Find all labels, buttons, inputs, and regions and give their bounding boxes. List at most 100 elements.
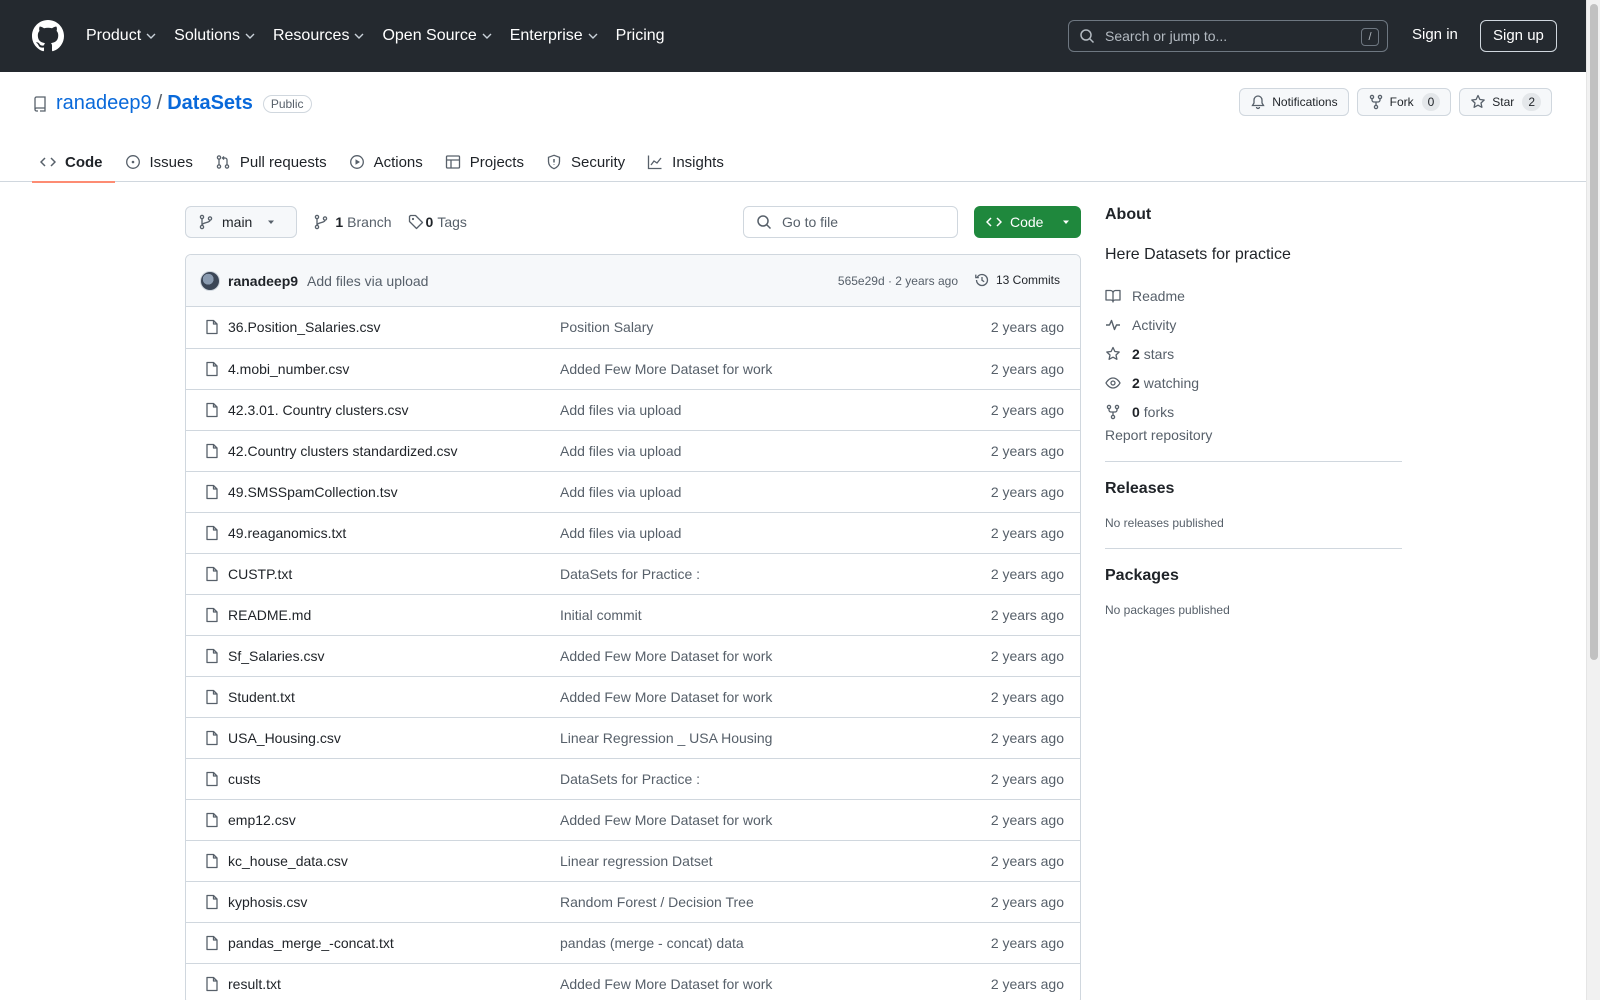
sign-up-button[interactable]: Sign up bbox=[1480, 20, 1557, 52]
tab-actions[interactable]: Actions bbox=[341, 142, 435, 182]
branches-link[interactable]: 1 Branch bbox=[313, 214, 392, 230]
tab-security[interactable]: Security bbox=[538, 142, 637, 182]
table-row[interactable]: CUSTP.txt DataSets for Practice : 2 years … bbox=[186, 553, 1080, 594]
file-commit-message-link[interactable]: Added Few More Dataset for work bbox=[560, 648, 772, 664]
file-commit-message-link[interactable]: Initial commit bbox=[560, 607, 642, 623]
star-button[interactable]: Star 2 bbox=[1459, 88, 1552, 116]
fork-button[interactable]: Fork 0 bbox=[1356, 88, 1452, 116]
github-logo-icon[interactable] bbox=[32, 20, 64, 52]
nav-resources[interactable]: Resources bbox=[273, 27, 364, 45]
file-name-link[interactable]: 42.3.01. Country clusters.csv bbox=[228, 402, 409, 418]
table-row[interactable]: 42.3.01. Country clusters.csv Add files v… bbox=[186, 389, 1080, 430]
file-name-link[interactable]: 42.Country clusters standardized.csv bbox=[228, 443, 458, 459]
file-commit-message-link[interactable]: Add files via upload bbox=[560, 402, 681, 418]
tab-pull-requests[interactable]: Pull requests bbox=[207, 142, 339, 182]
nav-label: Resources bbox=[272, 27, 350, 44]
watching-link[interactable]: 2 watching bbox=[1105, 368, 1402, 397]
file-commit-message-link[interactable]: Added Few More Dataset for work bbox=[560, 812, 772, 828]
sign-in-link[interactable]: Sign in bbox=[1412, 26, 1458, 43]
file-name-link[interactable]: README.md bbox=[228, 607, 311, 623]
table-row[interactable]: custs DataSets for Practice : 2 years ago bbox=[186, 758, 1080, 799]
code-dropdown-button[interactable]: Code bbox=[974, 206, 1081, 238]
file-commit-message-link[interactable]: Random Forest / Decision Tree bbox=[560, 894, 754, 910]
graph-icon bbox=[648, 155, 662, 170]
table-row[interactable]: kc_house_data.csv Linear regression Datse… bbox=[186, 840, 1080, 881]
table-row[interactable]: kyphosis.csv Random Forest / Decision Tre… bbox=[186, 881, 1080, 922]
file-name-link[interactable]: USA_Housing.csv bbox=[228, 730, 341, 746]
file-commit-message-link[interactable]: Add files via upload bbox=[560, 525, 681, 541]
tab-issues[interactable]: Issues bbox=[117, 142, 205, 182]
branch-selector[interactable]: main bbox=[185, 206, 298, 238]
report-repository-link[interactable]: Report repository bbox=[1105, 427, 1402, 443]
file-name-link[interactable]: kc_house_data.csv bbox=[228, 853, 348, 869]
scrollbar-thumb[interactable] bbox=[1590, 4, 1598, 660]
file-commit-message-link[interactable]: Added Few More Dataset for work bbox=[560, 689, 772, 705]
file-commit-message-link[interactable]: Add files via upload bbox=[560, 443, 681, 459]
commit-author-link[interactable]: ranadeep9 bbox=[228, 273, 298, 289]
nav-enterprise[interactable]: Enterprise bbox=[510, 27, 598, 45]
table-row[interactable]: emp12.csv Added Few More Dataset for work… bbox=[186, 799, 1080, 840]
stars-link[interactable]: 2 stars bbox=[1105, 339, 1402, 368]
avatar[interactable] bbox=[200, 270, 220, 291]
tab-projects[interactable]: Projects bbox=[437, 142, 536, 182]
tags-link[interactable]: 0 Tags bbox=[408, 214, 467, 230]
file-name-link[interactable]: 36.Position_Salaries.csv bbox=[228, 319, 381, 335]
file-commit-date: 2 years ago bbox=[990, 648, 1064, 664]
commits-link[interactable]: 13 Commits bbox=[974, 272, 1060, 288]
file-commit-message-link[interactable]: Position Salary bbox=[560, 319, 653, 335]
tab-code[interactable]: Code bbox=[32, 142, 115, 183]
tab-insights[interactable]: Insights bbox=[639, 142, 736, 182]
readme-link[interactable]: Readme bbox=[1105, 281, 1402, 310]
commit-hash-date[interactable]: 565e29d · 2 years ago bbox=[838, 274, 958, 288]
page-scrollbar[interactable] bbox=[1586, 0, 1600, 1000]
table-row[interactable]: 49.reaganomics.txt Add files via upload 2 … bbox=[186, 512, 1080, 553]
table-row[interactable]: Student.txt Added Few More Dataset for wo… bbox=[186, 676, 1080, 717]
file-name-link[interactable]: Sf_Salaries.csv bbox=[228, 648, 324, 664]
file-name-link[interactable]: pandas_merge_-concat.txt bbox=[228, 935, 394, 951]
table-row[interactable]: result.txt Added Few More Dataset for wor… bbox=[186, 963, 1080, 1000]
nav-product[interactable]: Product bbox=[86, 27, 156, 45]
repo-name-link[interactable]: DataSets bbox=[167, 92, 253, 115]
commit-message-link[interactable]: Add files via upload bbox=[307, 273, 428, 289]
table-row[interactable]: 49.SMSSpamCollection.tsv Add files via up… bbox=[186, 471, 1080, 512]
file-commit-message-link[interactable]: Linear regression Datset bbox=[560, 853, 713, 869]
file-name-link[interactable]: 49.SMSSpamCollection.tsv bbox=[228, 484, 398, 500]
file-toolbar: main 1 Branch 0 Tags Go to file Code bbox=[185, 206, 1081, 238]
file-name-link[interactable]: 49.reaganomics.txt bbox=[228, 525, 346, 541]
packages-title[interactable]: Packages bbox=[1105, 567, 1402, 585]
repo-owner-link[interactable]: ranadeep9 bbox=[56, 92, 152, 115]
releases-title[interactable]: Releases bbox=[1105, 480, 1402, 498]
table-row[interactable]: 4.mobi_number.csv Added Few More Dataset … bbox=[186, 348, 1080, 389]
forks-link[interactable]: 0 forks bbox=[1105, 397, 1402, 426]
file-name-link[interactable]: custs bbox=[228, 771, 261, 787]
notifications-button[interactable]: Notifications bbox=[1239, 88, 1349, 116]
file-name-link[interactable]: emp12.csv bbox=[228, 812, 296, 828]
file-name-link[interactable]: kyphosis.csv bbox=[228, 894, 307, 910]
nav-open-source[interactable]: Open Source bbox=[382, 27, 492, 45]
table-row[interactable]: 42.Country clusters standardized.csv Add … bbox=[186, 430, 1080, 471]
table-row[interactable]: pandas_merge_-concat.txt pandas (merge - … bbox=[186, 922, 1080, 963]
watching-label: watching bbox=[1143, 374, 1200, 391]
file-name-link[interactable]: result.txt bbox=[228, 976, 281, 992]
global-search-input[interactable]: Search or jump to... / bbox=[1068, 20, 1388, 52]
file-commit-message-link[interactable]: Add files via upload bbox=[560, 484, 681, 500]
table-row[interactable]: USA_Housing.csv Linear Regression _ USA H… bbox=[186, 717, 1080, 758]
file-commit-message-link[interactable]: DataSets for Practice : bbox=[560, 566, 700, 582]
file-commit-message-link[interactable]: Linear Regression _ USA Housing bbox=[560, 730, 772, 746]
file-commit-message-link[interactable]: Added Few More Dataset for work bbox=[560, 361, 772, 377]
table-row[interactable]: Sf_Salaries.csv Added Few More Dataset fo… bbox=[186, 635, 1080, 676]
file-commit-message-link[interactable]: DataSets for Practice : bbox=[560, 771, 700, 787]
table-row[interactable]: 36.Position_Salaries.csv Position Salary 2… bbox=[186, 307, 1080, 348]
forks-count: 0 bbox=[1132, 403, 1140, 420]
file-name-link[interactable]: 4.mobi_number.csv bbox=[228, 361, 349, 377]
play-icon bbox=[349, 155, 364, 169]
nav-pricing[interactable]: Pricing bbox=[616, 27, 665, 45]
file-name-link[interactable]: CUSTP.txt bbox=[228, 566, 292, 582]
go-to-file-input[interactable]: Go to file bbox=[743, 206, 958, 238]
file-commit-message-link[interactable]: Added Few More Dataset for work bbox=[560, 976, 772, 992]
file-commit-message-link[interactable]: pandas (merge - concat) data bbox=[560, 935, 744, 951]
nav-solutions[interactable]: Solutions bbox=[174, 27, 255, 45]
activity-link[interactable]: Activity bbox=[1105, 310, 1402, 339]
table-row[interactable]: README.md Initial commit 2 years ago bbox=[186, 594, 1080, 635]
file-name-link[interactable]: Student.txt bbox=[228, 689, 295, 705]
